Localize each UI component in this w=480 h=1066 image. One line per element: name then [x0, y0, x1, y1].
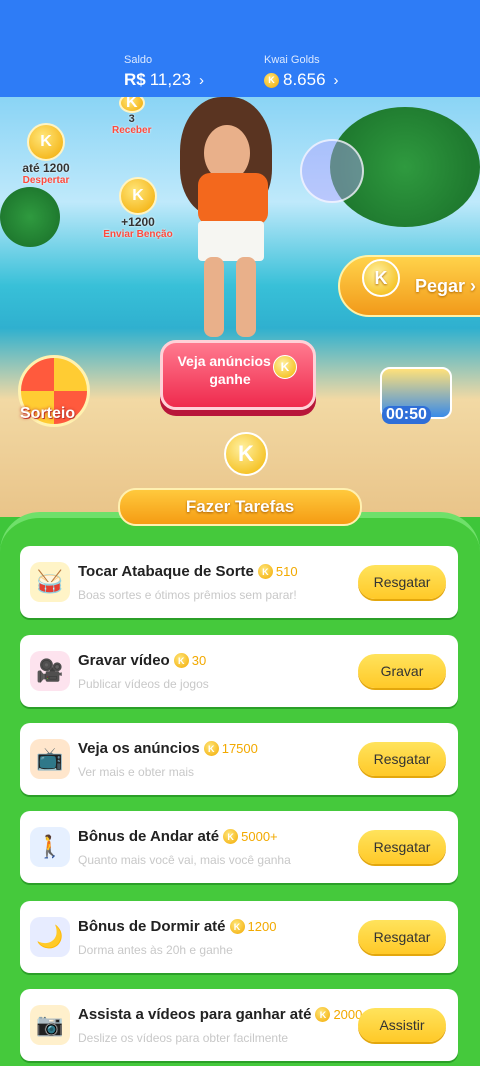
pegar-label: Pegar › — [414, 275, 476, 296]
drum-icon: 🥁 — [30, 562, 70, 602]
video-camera-icon: 🎥 — [30, 651, 70, 691]
ads-button-label: Veja anúncios e ganhe — [177, 353, 283, 387]
bencao-amount: +1200 — [121, 215, 155, 229]
task-action-button[interactable]: Resgatar — [358, 742, 446, 776]
saldo-value: 11,23 — [149, 70, 192, 89]
alarm-clock-icon: K — [27, 123, 65, 161]
saldo-label: Saldo — [124, 54, 153, 66]
task-subtitle: Ver mais e obter mais — [78, 765, 195, 779]
k-coin-icon: K — [273, 355, 297, 379]
kwai-coin-icon: K — [315, 1007, 331, 1022]
camera-icon: 📷 — [30, 1005, 70, 1045]
task-title: Bônus de Dormir até — [78, 918, 226, 935]
chevron-right-icon: › — [333, 71, 339, 89]
task-action-button[interactable]: Resgatar — [358, 565, 446, 599]
task-subtitle: Boas sortes e ótimos prêmios sem parar! — [78, 588, 297, 602]
tasks-banner-title: Fazer Tarefas — [118, 488, 362, 526]
k-coin-icon: K — [362, 259, 400, 297]
palm-tree-decoration — [0, 187, 60, 247]
saldo-currency: R$ — [124, 70, 146, 89]
pegar-button[interactable]: K Pegar › — [338, 255, 480, 317]
receber-count: 3 — [128, 113, 135, 125]
sorteio-label[interactable]: Sorteio — [20, 405, 75, 423]
kwai-coin-icon: K — [264, 72, 279, 88]
despertar-reward[interactable]: K até 1200 Despertar — [16, 123, 76, 186]
floating-bubble[interactable] — [300, 139, 364, 203]
task-reward: K 1200 — [229, 919, 277, 934]
chest-timer: 00:50 — [382, 406, 431, 424]
task-title: Veja os anúncios — [78, 740, 200, 757]
golds-label: Kwai Golds — [264, 54, 320, 66]
task-reward-value: 5000+ — [241, 829, 278, 844]
despertar-label: Despertar — [22, 175, 70, 186]
task-subtitle: Quanto mais você vai, mais você ganha — [78, 853, 291, 867]
despertar-amount: até 1200 — [22, 161, 70, 175]
task-reward-value: 17500 — [221, 741, 258, 756]
task-action-button[interactable]: Gravar — [358, 654, 446, 688]
task-title: Assista a vídeos para ganhar até — [78, 1006, 312, 1023]
task-action-button[interactable]: Resgatar — [358, 920, 446, 954]
tv-icon: 📺 — [30, 739, 70, 779]
kwai-coin-icon: K — [173, 653, 189, 668]
task-title-line: Assista a vídeos para ganhar até K 2000 — [78, 1006, 362, 1023]
kwai-coin-icon: K — [257, 564, 273, 579]
walking-person-icon: 🚶 — [30, 827, 70, 867]
task-reward-value: 510 — [275, 564, 298, 579]
task-title-line: Tocar Atabaque de Sorte K 510 — [78, 563, 298, 580]
kwai-coin-icon: K — [203, 741, 219, 756]
bencao-label: Enviar Benção — [103, 229, 173, 240]
task-row[interactable]: 📷 Assista a vídeos para ganhar até K 2000 De… — [20, 989, 458, 1061]
top-bar: Saldo R$ 11,23 › Kwai Golds K 8.656 › — [0, 0, 480, 97]
enviar-bencao-reward[interactable]: K +1200 Enviar Benção — [98, 177, 178, 240]
task-title-line: Gravar vídeo K 30 — [78, 652, 206, 669]
task-subtitle: Dorma antes às 20h e ganhe — [78, 943, 233, 957]
coin-icon: K — [118, 97, 145, 113]
task-title: Gravar vídeo — [78, 652, 170, 669]
task-subtitle: Deslize os vídeos para obter facilmente — [78, 1031, 289, 1045]
task-row[interactable]: 🚶 Bônus de Andar até K 5000+ Quanto mais voc… — [20, 811, 458, 883]
receber-reward[interactable]: K 3 Receber — [112, 97, 151, 136]
golds-value: 8.656 — [283, 70, 326, 89]
task-action-button[interactable]: Resgatar — [358, 830, 446, 864]
kwai-coin-icon: K — [229, 919, 245, 934]
task-row[interactable]: 📺 Veja os anúncios K 17500 Ver mais e obter … — [20, 723, 458, 795]
task-title-line: Bônus de Andar até K 5000+ — [78, 828, 278, 845]
task-subtitle: Publicar vídeos de jogos — [78, 677, 209, 691]
task-title: Bônus de Andar até — [78, 828, 220, 845]
task-row[interactable]: 🌙 Bônus de Dormir até K 1200 Dorma antes às … — [20, 901, 458, 973]
task-reward-value: 30 — [191, 653, 207, 668]
saldo-balance[interactable]: Saldo R$ 11,23 › — [124, 54, 204, 90]
chevron-right-icon: › — [199, 71, 205, 89]
sleep-icon: 🌙 — [30, 917, 70, 957]
kwai-golds-balance[interactable]: Kwai Golds K 8.656 › — [264, 54, 339, 90]
task-reward: K 30 — [173, 653, 207, 668]
task-reward: K 2000 — [315, 1007, 362, 1022]
task-reward-value: 1200 — [247, 919, 277, 934]
blessing-coin-icon: K — [119, 177, 157, 215]
k-coin-icon: K — [224, 432, 268, 476]
task-reward: K 5000+ — [223, 829, 278, 844]
task-action-button[interactable]: Assistir — [358, 1008, 446, 1042]
task-row[interactable]: 🎥 Gravar vídeo K 30 Publicar vídeos de jogos… — [20, 635, 458, 707]
watch-ads-button[interactable]: Veja anúncios e ganhe K — [160, 340, 316, 410]
kwai-coin-icon: K — [223, 829, 239, 844]
task-title-line: Veja os anúncios K 17500 — [78, 740, 258, 757]
task-title-line: Bônus de Dormir até K 1200 — [78, 918, 276, 935]
task-reward: K 510 — [257, 564, 298, 579]
receber-label: Receber — [112, 125, 152, 136]
task-title: Tocar Atabaque de Sorte — [78, 563, 254, 580]
task-row[interactable]: 🥁 Tocar Atabaque de Sorte K 510 Boas sortes … — [20, 546, 458, 618]
task-reward: K 17500 — [203, 741, 258, 756]
